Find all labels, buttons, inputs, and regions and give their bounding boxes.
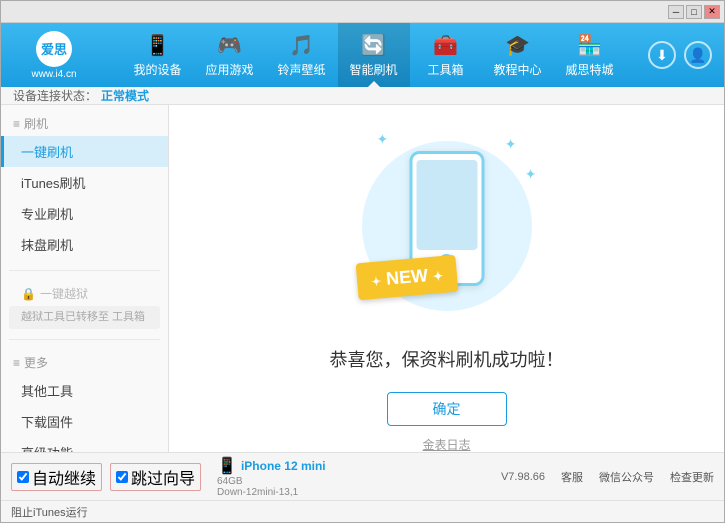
again-link[interactable]: 金表日志 bbox=[422, 436, 470, 452]
nav-tutorial-label: 教程中心 bbox=[493, 61, 541, 78]
user-btn[interactable]: 👤 bbox=[684, 41, 712, 69]
nav-toolbox[interactable]: 🧰 工具箱 bbox=[410, 23, 482, 87]
sidebar-item-advanced[interactable]: 高级功能 bbox=[1, 437, 168, 452]
device-firmware: Down-12mini-13,1 bbox=[217, 487, 326, 498]
skip-wizard-text: 跳过向导 bbox=[131, 465, 195, 489]
phone-icon: 📱 bbox=[217, 456, 237, 476]
device-name: iPhone 12 mini bbox=[241, 459, 326, 473]
logo-subtext: www.i4.cn bbox=[31, 69, 76, 80]
skip-wizard-label[interactable]: 跳过向导 bbox=[110, 463, 201, 491]
nav-smart-flash[interactable]: 🔄 智能刷机 bbox=[338, 23, 410, 87]
success-text: 恭喜您，保资料刷机成功啦！ bbox=[330, 346, 564, 372]
sidebar-item-other-tools[interactable]: 其他工具 bbox=[1, 375, 168, 406]
ringtone-icon: 🎵 bbox=[289, 33, 314, 58]
top-nav: 爱思 www.i4.cn 📱 我的设备 🎮 应用游戏 🎵 铃声壁纸 🔄 智能刷机 bbox=[1, 23, 724, 87]
toolbox-icon: 🧰 bbox=[433, 33, 458, 58]
app-window: ─ □ ✕ 爱思 www.i4.cn 📱 我的设备 🎮 应用游戏 🎵 铃声壁纸 bbox=[0, 0, 725, 523]
flash-section-icon: ≡ bbox=[13, 117, 20, 131]
sidebar-item-pro-flash[interactable]: 专业刷机 bbox=[1, 198, 168, 229]
nav-weisi[interactable]: 🏪 威思特城 bbox=[554, 23, 626, 87]
close-btn[interactable]: ✕ bbox=[704, 5, 720, 19]
sidebar-item-download-firmware[interactable]: 下载固件 bbox=[1, 406, 168, 437]
maximize-btn[interactable]: □ bbox=[686, 5, 702, 19]
new-badge-text: NEW bbox=[385, 265, 429, 289]
sidebar: ≡ 刷机 一键刷机 iTunes刷机 专业刷机 抹盘刷机 🔒 一键越狱 越狱工具… bbox=[1, 105, 169, 452]
auto-advance-text: 自动继续 bbox=[32, 465, 96, 489]
download-btn[interactable]: ⬇ bbox=[648, 41, 676, 69]
nav-ringtone-label: 铃声壁纸 bbox=[277, 61, 325, 78]
nav-my-device-label: 我的设备 bbox=[133, 61, 181, 78]
sidebar-title-flash: ≡ 刷机 bbox=[1, 111, 168, 136]
auto-advance-checkbox[interactable] bbox=[17, 471, 29, 483]
sidebar-title-more: ≡ 更多 bbox=[1, 350, 168, 375]
phone-screen bbox=[416, 160, 477, 250]
skip-wizard-checkbox[interactable] bbox=[116, 471, 128, 483]
sidebar-item-onekey-flash[interactable]: 一键刷机 bbox=[1, 136, 168, 167]
auto-advance-label[interactable]: 自动继续 bbox=[11, 463, 102, 491]
check-update-link[interactable]: 检查更新 bbox=[670, 469, 714, 485]
content-area: ✦ NEW ✦ ✦ ✦ ✦ 恭喜您，保资料刷机成功啦！ 确定 金表日志 bbox=[169, 105, 724, 452]
status-value: 正常模式 bbox=[101, 87, 149, 104]
jailbreak-label: 一键越狱 bbox=[40, 285, 88, 302]
more-section-label: 更多 bbox=[24, 354, 48, 371]
nav-weisi-label: 威思特城 bbox=[565, 61, 613, 78]
sidebar-note-jailbreak: 越狱工具已转移至 工具箱 bbox=[9, 306, 160, 329]
device-storage: 64GB bbox=[217, 476, 326, 487]
success-illustration: ✦ NEW ✦ ✦ ✦ ✦ bbox=[347, 126, 547, 326]
nav-tutorial[interactable]: 🎓 教程中心 bbox=[482, 23, 554, 87]
status-and-content: 设备连接状态： 正常模式 ≡ 刷机 一键刷机 iTunes刷机 专业刷机 抹盘刷… bbox=[1, 87, 724, 452]
title-bar: ─ □ ✕ bbox=[1, 1, 724, 23]
new-badge-star-left: ✦ bbox=[370, 274, 381, 289]
bottom-right: V7.98.66 客服 微信公众号 检查更新 bbox=[501, 469, 714, 485]
nav-smart-flash-label: 智能刷机 bbox=[349, 61, 397, 78]
sparkle-icon-2: ✦ bbox=[525, 166, 537, 183]
tutorial-icon: 🎓 bbox=[505, 33, 530, 58]
logo-area: 爱思 www.i4.cn bbox=[9, 31, 99, 80]
sidebar-section-jailbreak: 🔒 一键越狱 越狱工具已转移至 工具箱 bbox=[1, 275, 168, 335]
nav-items: 📱 我的设备 🎮 应用游戏 🎵 铃声壁纸 🔄 智能刷机 🧰 工具箱 🎓 bbox=[99, 23, 648, 87]
bottom-bar: 自动继续 跳过向导 📱 iPhone 12 mini 64GB Down-12m… bbox=[1, 452, 724, 500]
sidebar-divider-1 bbox=[9, 270, 160, 271]
sidebar-item-itunes-flash[interactable]: iTunes刷机 bbox=[1, 167, 168, 198]
sidebar-item-wipe-flash[interactable]: 抹盘刷机 bbox=[1, 229, 168, 260]
customer-service-link[interactable]: 客服 bbox=[561, 469, 583, 485]
status-label: 设备连接状态： bbox=[13, 87, 97, 104]
device-info: 📱 iPhone 12 mini 64GB Down-12mini-13,1 bbox=[217, 456, 326, 498]
flash-section-label: 刷机 bbox=[24, 115, 48, 132]
nav-ringtone[interactable]: 🎵 铃声壁纸 bbox=[266, 23, 338, 87]
confirm-button[interactable]: 确定 bbox=[387, 392, 507, 426]
sparkle-icon-3: ✦ bbox=[377, 131, 389, 148]
smart-flash-icon: 🔄 bbox=[361, 33, 386, 58]
minimize-btn[interactable]: ─ bbox=[668, 5, 684, 19]
sidebar-divider-2 bbox=[9, 339, 160, 340]
itunes-status: 阻止iTunes运行 bbox=[11, 504, 88, 520]
apps-games-icon: 🎮 bbox=[217, 33, 242, 58]
version-label: V7.98.66 bbox=[501, 471, 545, 483]
more-section-icon: ≡ bbox=[13, 356, 20, 370]
nav-apps-games[interactable]: 🎮 应用游戏 bbox=[194, 23, 266, 87]
nav-right: ⬇ 👤 bbox=[648, 41, 712, 69]
sparkle-icon-1: ✦ bbox=[505, 136, 517, 153]
main-wrapper: ≡ 刷机 一键刷机 iTunes刷机 专业刷机 抹盘刷机 🔒 一键越狱 越狱工具… bbox=[1, 105, 724, 452]
sidebar-section-more: ≡ 更多 其他工具 下载固件 高级功能 bbox=[1, 344, 168, 452]
bottom-left: 自动继续 跳过向导 📱 iPhone 12 mini 64GB Down-12m… bbox=[11, 456, 501, 498]
new-badge-star-right: ✦ bbox=[432, 269, 443, 284]
status-bar: 设备连接状态： 正常模式 bbox=[1, 87, 724, 105]
logo-icon: 爱思 bbox=[36, 31, 72, 67]
lock-icon: 🔒 bbox=[21, 287, 36, 301]
nav-toolbox-label: 工具箱 bbox=[427, 61, 463, 78]
weisi-icon: 🏪 bbox=[577, 33, 602, 58]
wechat-link[interactable]: 微信公众号 bbox=[599, 469, 654, 485]
my-device-icon: 📱 bbox=[145, 33, 170, 58]
sidebar-section-flash: ≡ 刷机 一键刷机 iTunes刷机 专业刷机 抹盘刷机 bbox=[1, 105, 168, 266]
nav-apps-games-label: 应用游戏 bbox=[205, 61, 253, 78]
sidebar-disabled-jailbreak: 🔒 一键越狱 bbox=[1, 281, 168, 306]
itunes-bar: 阻止iTunes运行 bbox=[1, 500, 724, 522]
nav-my-device[interactable]: 📱 我的设备 bbox=[122, 23, 194, 87]
